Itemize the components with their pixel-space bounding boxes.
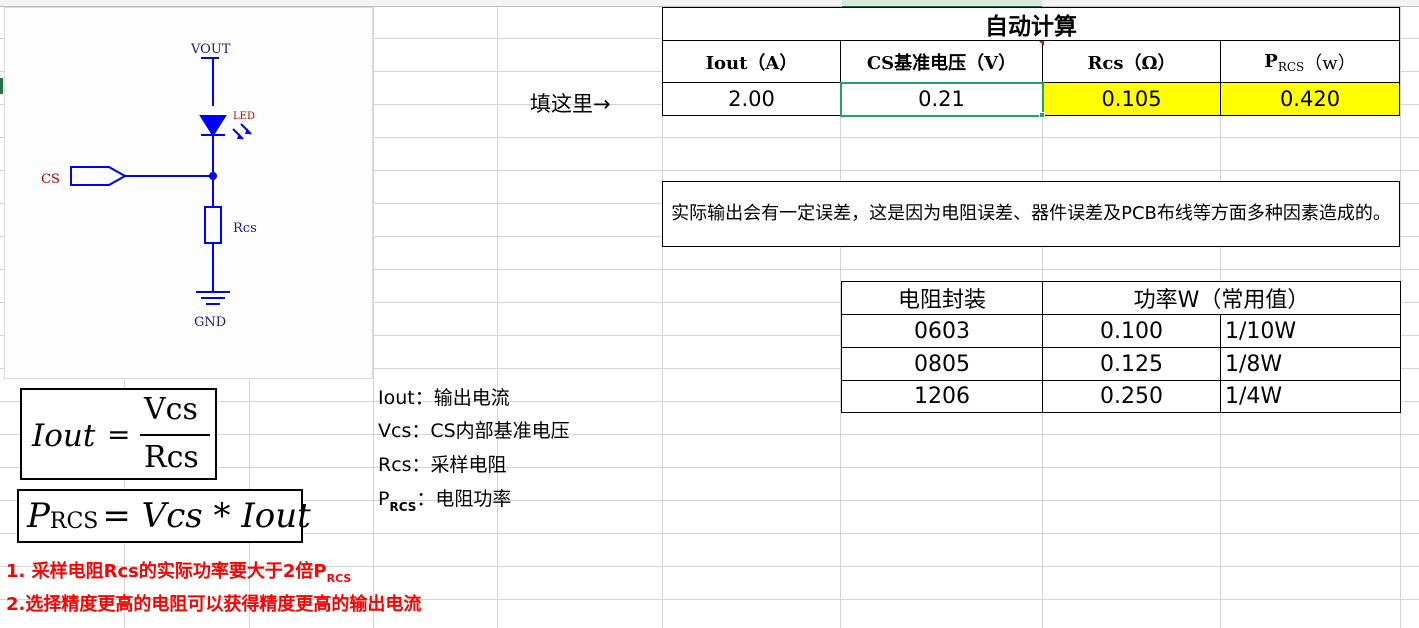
formula-iout-box: Iout = Vcs Rcs: [20, 388, 217, 480]
note-power-requirement-text: 1. 采样电阻Rcs的实际功率要大于2倍P: [6, 561, 327, 582]
table-row-1-power[interactable]: 0.125: [1043, 348, 1221, 381]
legend-prcs: PRCS：电阻功率: [378, 484, 512, 514]
formula-prcs-p: P: [27, 496, 50, 536]
formula-equals: =: [107, 418, 131, 451]
header-prcs-unit: （w）: [1304, 52, 1356, 74]
header-prcs-p: P: [1264, 51, 1278, 72]
header-cs-vref[interactable]: CS基准电压（V）: [841, 41, 1043, 83]
header-iout[interactable]: Iout（A）: [663, 41, 841, 83]
table-row-2-fraction[interactable]: 1/4W: [1221, 381, 1400, 412]
calc-title: 自动计算: [663, 8, 1399, 41]
legend-prcs-desc: ：电阻功率: [416, 488, 512, 510]
schematic-image: VOUT LED CS Rcs GND: [4, 7, 373, 379]
formula-iout-lhs: Iout: [32, 418, 96, 454]
vout-label: VOUT: [190, 42, 231, 57]
rcs-label: Rcs: [233, 221, 257, 236]
error-note-text: 实际输出会有一定误差，这是因为电阻误差、器件误差及PCB布线等方面多种因素造成的…: [671, 203, 1391, 224]
led-label: LED: [233, 111, 255, 122]
header-prcs[interactable]: P RCS （w）: [1221, 41, 1399, 83]
power-header-package[interactable]: 电阻封装: [842, 282, 1043, 315]
column-header-strip: [0, 0, 1419, 8]
legend-vcs: Vcs：CS内部基准电压: [378, 420, 570, 442]
note-power-requirement-sub: RCS: [326, 572, 352, 585]
table-row-2-package[interactable]: 1206: [842, 381, 1043, 412]
value-iout[interactable]: 2.00: [663, 83, 841, 115]
header-rcs[interactable]: Rcs（Ω）: [1043, 41, 1221, 83]
legend-prcs-sub: RCS: [389, 500, 417, 514]
formula-denominator: Rcs: [144, 440, 199, 475]
active-cell-selection[interactable]: [840, 82, 1044, 117]
legend-rcs: Rcs：采样电阻: [378, 454, 507, 476]
selected-row-indicator: [0, 78, 3, 94]
circuit-diagram: VOUT LED CS Rcs GND: [41, 42, 257, 330]
table-row-1-package[interactable]: 0805: [842, 348, 1043, 381]
formula-prcs-rest: = Vcs * Iout: [102, 496, 311, 536]
fraction-bar: [140, 434, 210, 436]
header-prcs-sub: RCS: [1277, 59, 1305, 74]
legend-prcs-p: P: [378, 488, 390, 510]
formula-prcs-box: P RCS = Vcs * Iout: [17, 489, 311, 543]
error-note-box: 实际输出会有一定误差，这是因为电阻误差、器件误差及PCB布线等方面多种因素造成的…: [662, 181, 1400, 247]
table-row-0-package[interactable]: 0603: [842, 315, 1043, 348]
gnd-label: GND: [194, 315, 226, 330]
table-row-0-fraction[interactable]: 1/10W: [1221, 315, 1400, 348]
table-row-0-power[interactable]: 0.100: [1043, 315, 1221, 348]
table-row-2-power[interactable]: 0.250: [1043, 381, 1221, 412]
legend-iout: Iout：输出电流: [378, 387, 510, 409]
fill-handle[interactable]: [1039, 112, 1045, 118]
power-header-power[interactable]: 功率W（常用值）: [1043, 282, 1400, 315]
note-power-requirement: 1. 采样电阻Rcs的实际功率要大于2倍PRCS: [6, 557, 352, 585]
value-rcs[interactable]: 0.105: [1043, 83, 1221, 115]
input-hint: 填这里→: [530, 92, 611, 116]
table-row-1-fraction[interactable]: 1/8W: [1221, 348, 1400, 381]
power-table: 电阻封装 功率W（常用值） 0603 0.100 1/10W 0805 0.12…: [841, 281, 1401, 413]
note-precision: 2.选择精度更高的电阻可以获得精度更高的输出电流: [6, 594, 422, 615]
comment-indicator: [1039, 41, 1044, 46]
value-prcs[interactable]: 0.420: [1221, 83, 1399, 115]
formula-prcs-sub: RCS: [49, 508, 99, 534]
formula-numerator: Vcs: [144, 392, 198, 427]
cs-label: CS: [41, 172, 60, 187]
